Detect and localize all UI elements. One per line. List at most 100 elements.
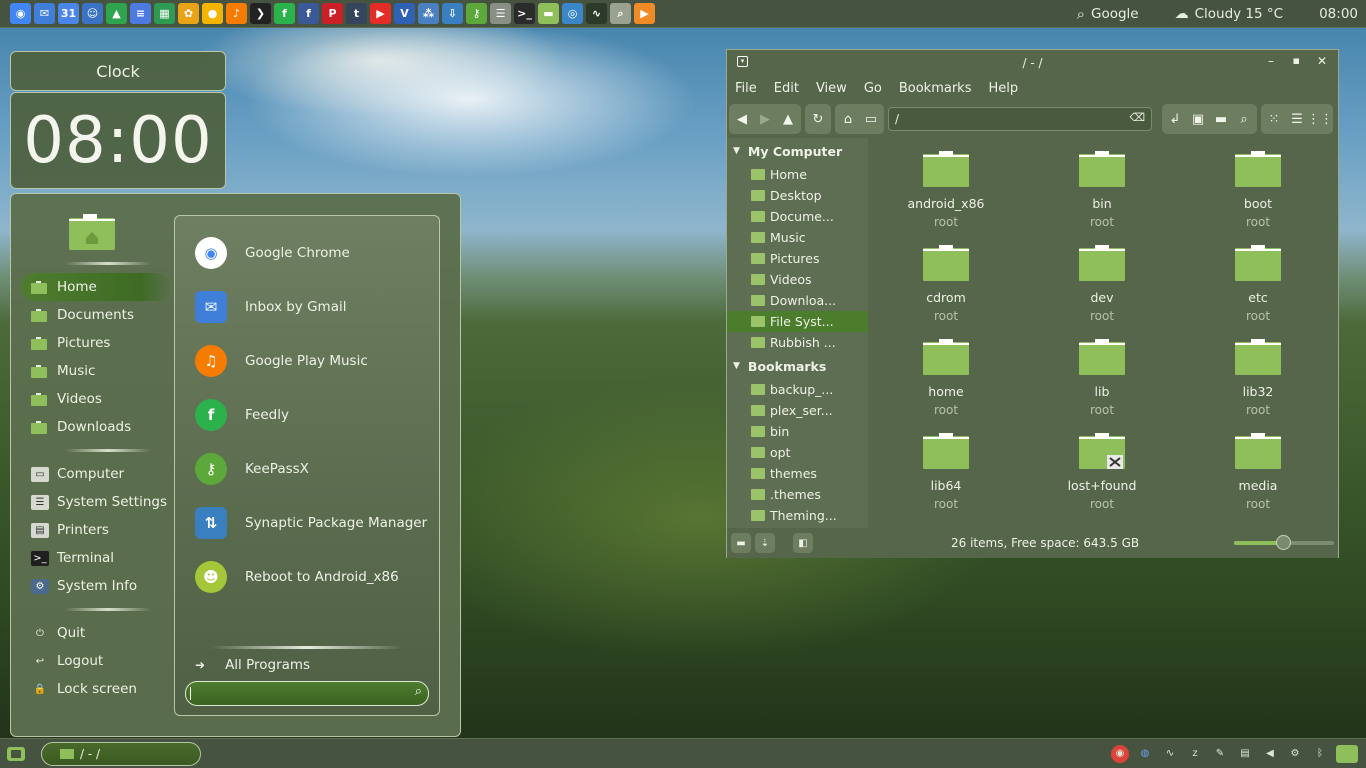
toggle-location-icon[interactable]: ↲ <box>1165 108 1185 130</box>
search-icon[interactable]: ⌕ <box>1077 5 1085 23</box>
file-item[interactable]: lib32 root <box>1180 339 1336 433</box>
menu-place-music[interactable]: Music <box>21 357 171 385</box>
favorite-inbox-by-gmail[interactable]: ✉ Inbox by Gmail <box>175 280 439 334</box>
forward-arrow-icon[interactable]: ▶ <box>755 108 775 130</box>
menu-system-terminal[interactable]: >_ Terminal <box>21 544 171 572</box>
sidebar-item[interactable]: Desktop <box>727 185 868 206</box>
computer-icon[interactable]: ▭ <box>861 108 881 130</box>
search-icon[interactable]: ⌕ <box>415 684 422 699</box>
sidebar-item[interactable]: File Syst... <box>727 311 868 332</box>
sidebar-item[interactable]: Music <box>727 227 868 248</box>
system-monitor-icon[interactable]: ∿ <box>586 3 607 24</box>
window-titlebar[interactable]: ▾ / - / – ▪ ✕ <box>727 50 1338 76</box>
settings-icon[interactable]: ⚙ <box>1286 745 1304 763</box>
clear-location-icon[interactable]: ⌫ <box>1129 111 1145 124</box>
inbox-icon[interactable]: ✉ <box>34 3 55 24</box>
menu-edit[interactable]: Edit <box>774 81 799 96</box>
terminal-icon[interactable]: ▣ <box>1188 108 1208 130</box>
up-arrow-icon[interactable]: ▲ <box>778 108 798 130</box>
hide-sidebar-icon[interactable]: ◧ <box>793 533 813 553</box>
menu-session-logout[interactable]: ↩ Logout <box>21 647 171 675</box>
file-item[interactable]: etc root <box>1180 245 1336 339</box>
workspace-icon[interactable] <box>1336 744 1358 763</box>
drive-icon[interactable]: ▲ <box>106 3 127 24</box>
favorite-keepassx[interactable]: ⚷ KeePassX <box>175 442 439 496</box>
taskbar-item-file-manager[interactable]: / - / <box>41 741 201 766</box>
synaptic-icon[interactable]: ⇩ <box>442 3 463 24</box>
menu-go[interactable]: Go <box>864 81 882 96</box>
sidebar-item[interactable]: backup_... <box>727 379 868 400</box>
file-item[interactable]: cdrom root <box>868 245 1024 339</box>
minimize-icon[interactable]: – <box>1268 54 1274 68</box>
favorite-google-chrome[interactable]: ◉ Google Chrome <box>175 226 439 280</box>
file-item[interactable]: lib root <box>1024 339 1180 433</box>
sidebar-item[interactable]: Videos <box>727 269 868 290</box>
zoom-slider[interactable] <box>1234 535 1334 550</box>
terminal-icon[interactable]: >_ <box>514 3 535 24</box>
google-search-label[interactable]: Google <box>1091 6 1139 22</box>
menu-system-computer[interactable]: ▭ Computer <box>21 460 171 488</box>
file-item[interactable]: home root <box>868 339 1024 433</box>
keepassx-icon[interactable]: ⚷ <box>466 3 487 24</box>
file-item[interactable]: dev root <box>1024 245 1180 339</box>
search-icon[interactable]: ⌕ <box>1234 108 1254 130</box>
sidebar-item[interactable]: Pictures <box>727 248 868 269</box>
file-item[interactable]: android_x86 root <box>868 151 1024 245</box>
show-tree-icon[interactable]: ⇣ <box>755 533 775 553</box>
settings-grid-icon[interactable]: ⁂ <box>418 3 439 24</box>
favorite-synaptic-package-manager[interactable]: ⇅ Synaptic Package Manager <box>175 496 439 550</box>
favorite-reboot-to-android-x86[interactable]: ☻ Reboot to Android_x86 <box>175 550 439 604</box>
sidebar-item[interactable]: Docume... <box>727 206 868 227</box>
sidebar-item[interactable]: Downloa... <box>727 290 868 311</box>
sidebar-section-bookmarks[interactable]: ▼ Bookmarks <box>727 353 868 379</box>
weather-cloud-icon[interactable]: ☁ <box>1175 6 1189 22</box>
list-view-icon[interactable]: ☰ <box>1287 108 1307 130</box>
new-folder-icon[interactable]: ▬ <box>1211 108 1231 130</box>
sleep-icon[interactable]: z <box>1186 745 1204 763</box>
youtube-icon[interactable]: ▶ <box>370 3 391 24</box>
chrome-icon[interactable]: ◉ <box>10 3 31 24</box>
menu-session-lock-screen[interactable]: 🔒 Lock screen <box>21 675 171 703</box>
chrome-icon[interactable]: ◉ <box>1111 744 1129 763</box>
menu-file[interactable]: File <box>735 81 757 96</box>
file-item[interactable]: bin root <box>1024 151 1180 245</box>
volume-icon[interactable]: ◀ <box>1261 745 1279 763</box>
contacts-icon[interactable]: ☺ <box>82 3 103 24</box>
window-menu-icon[interactable]: ▾ <box>737 56 748 67</box>
menu-place-videos[interactable]: Videos <box>21 385 171 413</box>
sidebar-item[interactable]: themes <box>727 463 868 484</box>
pinterest-icon[interactable]: P <box>322 3 343 24</box>
files-icon[interactable]: ▬ <box>538 3 559 24</box>
close-icon[interactable]: ✕ <box>1317 54 1327 68</box>
file-item[interactable]: boot root <box>1180 151 1336 245</box>
sidebar-item[interactable]: Rubbish ... <box>727 332 868 353</box>
sidebar-section-my-computer[interactable]: ▼ My Computer <box>727 138 868 164</box>
play-music-icon[interactable]: ♪ <box>226 3 247 24</box>
menu-view[interactable]: View <box>816 81 847 96</box>
system-monitor-icon[interactable]: ∿ <box>1161 745 1179 763</box>
menu-search-input[interactable]: ⌕ <box>185 681 429 706</box>
file-item[interactable]: media root <box>1180 433 1336 527</box>
panel-clock[interactable]: 08:00 <box>1319 6 1358 22</box>
network-globe-icon[interactable]: ◍ <box>1136 745 1154 763</box>
feedly-icon[interactable]: f <box>274 3 295 24</box>
clipboard-icon[interactable]: ▤ <box>1236 745 1254 763</box>
favorite-feedly[interactable]: f Feedly <box>175 388 439 442</box>
reload-icon[interactable]: ↻ <box>808 108 828 130</box>
menu-place-downloads[interactable]: Downloads <box>21 413 171 441</box>
sidebar-item[interactable]: bin <box>727 421 868 442</box>
search-tool-icon[interactable]: ⌕ <box>610 3 631 24</box>
menu-help[interactable]: Help <box>988 81 1018 96</box>
sidebar-item[interactable]: plex_ser... <box>727 400 868 421</box>
location-bar[interactable]: / ⌫ <box>888 107 1152 131</box>
menu-system-system-info[interactable]: ⚙ System Info <box>21 572 171 600</box>
file-item[interactable]: lib64 root <box>868 433 1024 527</box>
sidebar-item[interactable]: .themes <box>727 484 868 505</box>
maximize-icon[interactable]: ▪ <box>1293 54 1300 67</box>
screenshot-icon[interactable]: ◎ <box>562 3 583 24</box>
photos-icon[interactable]: ✿ <box>178 3 199 24</box>
menu-place-pictures[interactable]: Pictures <box>21 329 171 357</box>
bluetooth-icon[interactable]: ᛒ <box>1311 745 1329 763</box>
menu-system-printers[interactable]: ▤ Printers <box>21 516 171 544</box>
all-programs-button[interactable]: ➜ All Programs <box>195 657 310 673</box>
